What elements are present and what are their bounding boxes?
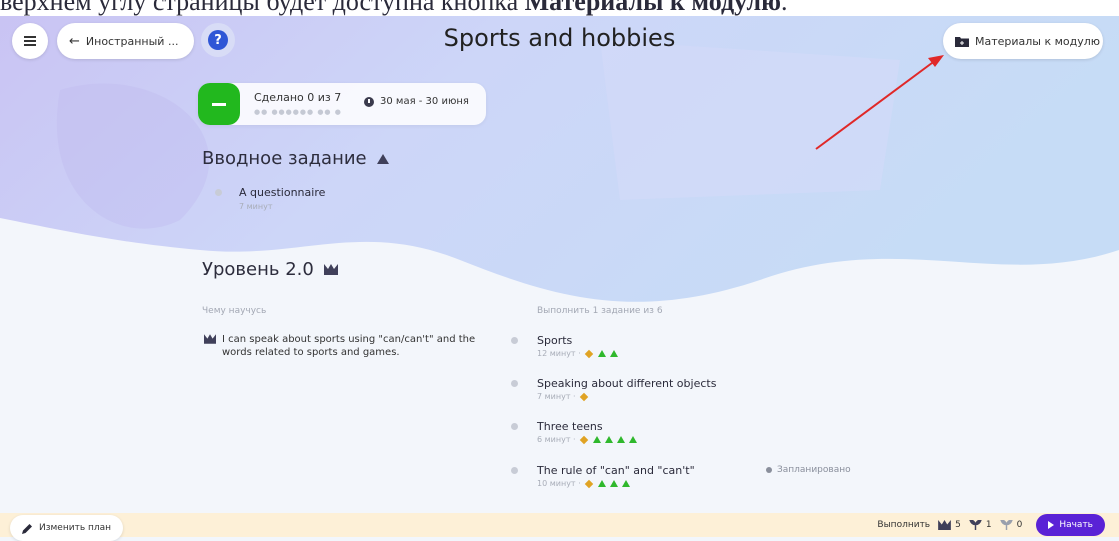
triangle-icon xyxy=(628,436,637,443)
collapse-icon xyxy=(376,153,389,164)
materials-button[interactable]: Материалы к модулю xyxy=(943,23,1103,59)
crown-icon xyxy=(938,520,951,530)
progress-toggle[interactable] xyxy=(198,83,240,125)
complete-label: Выполнить 1 задание из 6 xyxy=(537,306,663,316)
task-title-teens[interactable]: Three teens xyxy=(537,420,603,433)
start-button[interactable]: Начать xyxy=(1036,514,1105,536)
task-meta-rule: 10 минут · xyxy=(537,479,630,488)
triangle-icon xyxy=(609,480,618,487)
task-status-dot xyxy=(511,467,518,474)
goal-crown-icon xyxy=(204,334,216,344)
task-status-dot xyxy=(215,189,222,196)
triangle-icon xyxy=(609,350,618,357)
planned-dot-icon xyxy=(766,467,772,473)
leaf-icon xyxy=(999,520,1013,530)
caption-bold: Материалы к модулю xyxy=(524,0,781,16)
intro-task-title[interactable]: A questionnaire xyxy=(239,186,325,199)
diamond-icon xyxy=(584,479,593,488)
complete-label: Выполнить xyxy=(877,520,931,530)
task-title-sports[interactable]: Sports xyxy=(537,334,572,347)
diamond-icon xyxy=(579,392,588,401)
stat-leaf: 0 xyxy=(999,520,1023,530)
task-meta-speaking: 7 минут · xyxy=(537,392,589,401)
page-background xyxy=(0,0,1119,537)
triangle-icon xyxy=(597,480,606,487)
crown-icon xyxy=(323,264,338,275)
progress-card: Сделано 0 из 7 ●● ●●●●●● ●● ● 30 мая - 3… xyxy=(198,83,486,125)
goal-text: I can speak about sports using "can/can'… xyxy=(222,334,476,358)
stat-sprout: 1 xyxy=(969,520,992,530)
play-icon xyxy=(1048,521,1055,529)
stat-crown-count: 5 xyxy=(955,520,961,530)
intro-task-meta: 7 минут xyxy=(239,202,273,211)
progress-dots: ●● ●●●●●● ●● ● xyxy=(254,108,342,116)
stat-crown: 5 xyxy=(938,520,961,530)
clock-icon xyxy=(364,96,374,107)
task-duration: 7 минут · xyxy=(537,392,576,401)
intro-section-title[interactable]: Вводное задание xyxy=(202,148,389,169)
planned-label: Запланировано xyxy=(777,465,851,475)
level-section-title: Уровень 2.0 xyxy=(202,259,338,280)
top-bar: ← Иностранный ... ? Sports and hobbies М… xyxy=(0,20,1119,60)
caption-text: верхнем углу страницы будет доступна кно… xyxy=(0,0,525,16)
triangle-icon xyxy=(597,350,606,357)
stat-leaf-count: 0 xyxy=(1016,520,1023,530)
task-status-dot xyxy=(511,337,518,344)
planned-status: Запланировано xyxy=(766,465,851,475)
caption-end: . xyxy=(780,0,788,16)
diamond-icon xyxy=(579,435,588,444)
triangle-icon xyxy=(604,436,613,443)
folder-icon xyxy=(955,36,969,47)
date-range: 30 мая - 30 июня xyxy=(364,96,469,107)
task-status-dot xyxy=(511,380,518,387)
edit-plan-label: Изменить план xyxy=(39,523,112,533)
task-status-dot xyxy=(511,423,518,430)
task-duration: 12 минут · xyxy=(537,349,581,358)
footer-stats: Выполнить 5 1 0 Начать xyxy=(877,513,1105,537)
materials-label: Материалы к модулю xyxy=(975,34,1101,48)
stat-sprout-count: 1 xyxy=(985,520,992,530)
learn-label: Чему научусь xyxy=(202,306,267,316)
triangle-icon xyxy=(592,436,601,443)
diamond-icon xyxy=(584,349,593,358)
task-meta-sports: 12 минут · xyxy=(537,349,618,358)
date-range-text: 30 мая - 30 июня xyxy=(380,96,469,107)
task-title-speaking[interactable]: Speaking about different objects xyxy=(537,377,716,390)
task-duration: 6 минут · xyxy=(537,435,576,444)
pencil-icon xyxy=(22,523,32,534)
intro-title: Вводное задание xyxy=(202,148,367,169)
sprout-icon xyxy=(969,520,982,530)
level-title: Уровень 2.0 xyxy=(202,259,314,280)
start-label: Начать xyxy=(1059,520,1093,530)
footer-bar: Изменить план Выполнить 5 1 0 Начать xyxy=(0,513,1119,541)
task-meta-teens: 6 минут · xyxy=(537,435,637,444)
task-duration: 10 минут · xyxy=(537,479,581,488)
triangle-icon xyxy=(621,480,630,487)
task-title-rule[interactable]: The rule of "can" and "can't" xyxy=(537,464,695,477)
done-count: Сделано 0 из 7 xyxy=(254,91,342,104)
minus-icon xyxy=(212,102,226,106)
instruction-caption: верхнем углу страницы будет доступна кно… xyxy=(0,0,1119,16)
edit-plan-button[interactable]: Изменить план xyxy=(10,515,124,541)
triangle-icon xyxy=(616,436,625,443)
